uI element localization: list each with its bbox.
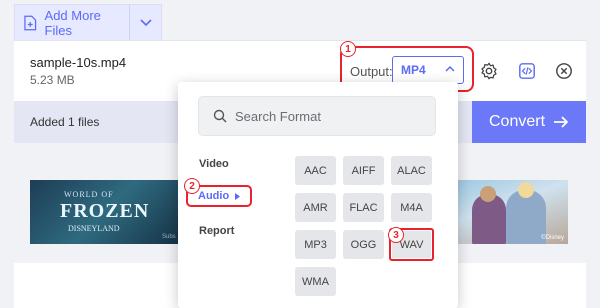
- frozen-ad-image[interactable]: ©Disney: [458, 180, 568, 244]
- format-amr[interactable]: AMR: [295, 193, 336, 222]
- remove-file-button[interactable]: [553, 60, 575, 82]
- gear-icon: [481, 62, 497, 80]
- ad-line-3: DISNEYLAND: [68, 224, 120, 233]
- format-flac[interactable]: FLAC: [343, 193, 384, 222]
- category-audio-label: Audio: [198, 190, 230, 202]
- file-size: 5.23 MB: [30, 73, 75, 87]
- settings-button[interactable]: [478, 60, 500, 82]
- search-icon: [213, 109, 227, 123]
- add-more-files-group: Add More Files: [14, 4, 162, 40]
- ad-figure-elsa: [506, 190, 546, 244]
- ad-figure-head: [518, 182, 534, 198]
- annotation-badge-3: 3: [388, 227, 404, 243]
- format-search-input[interactable]: [235, 97, 431, 135]
- output-label: Output:: [350, 64, 393, 79]
- format-m4a[interactable]: M4A: [391, 193, 432, 222]
- output-format-value: MP4: [401, 63, 426, 77]
- ad-figure-head: [480, 186, 496, 202]
- ad-credit-right: ©Disney: [541, 235, 564, 241]
- arrow-right-icon: [554, 116, 569, 128]
- format-aac[interactable]: AAC: [295, 156, 336, 185]
- format-aiff[interactable]: AIFF: [343, 156, 384, 185]
- add-more-files-button[interactable]: Add More Files: [15, 5, 130, 40]
- category-video[interactable]: Video: [199, 158, 229, 170]
- format-alac[interactable]: ALAC: [391, 156, 432, 185]
- close-icon: [556, 63, 572, 79]
- format-dropdown: Video Audio 2 Report AAC AIFF ALAC AMR F…: [178, 82, 458, 308]
- chevron-down-icon: [139, 18, 152, 26]
- add-more-files-label: Add More Files: [44, 7, 101, 38]
- caret-right-icon: [235, 192, 241, 200]
- added-files-text: Added 1 files: [30, 115, 100, 129]
- ad-line-2: FROZEN: [60, 200, 150, 222]
- add-more-dropdown-toggle[interactable]: [130, 5, 161, 40]
- add-file-icon: [24, 15, 37, 30]
- chevron-up-icon: [445, 65, 455, 72]
- code-icon: [519, 63, 535, 79]
- output-format-select[interactable]: MP4: [392, 56, 464, 84]
- frozen-ad-banner[interactable]: WORLD OF FROZEN DISNEYLAND Subs: [30, 180, 180, 244]
- ad-credit-left: Subs: [162, 234, 176, 240]
- format-mp3[interactable]: MP3: [295, 230, 336, 259]
- convert-button[interactable]: Convert: [472, 101, 586, 143]
- convert-label: Convert: [488, 113, 546, 130]
- category-report[interactable]: Report: [199, 225, 234, 237]
- annotation-badge-1: 1: [340, 41, 356, 57]
- format-ogg[interactable]: OGG: [343, 230, 384, 259]
- edit-code-button[interactable]: [516, 60, 538, 82]
- format-search-box[interactable]: [198, 96, 436, 136]
- annotation-badge-2: 2: [184, 178, 200, 194]
- file-name: sample-10s.mp4: [30, 55, 127, 70]
- ad-line-1: WORLD OF: [64, 190, 114, 199]
- format-wma[interactable]: WMA: [295, 267, 336, 296]
